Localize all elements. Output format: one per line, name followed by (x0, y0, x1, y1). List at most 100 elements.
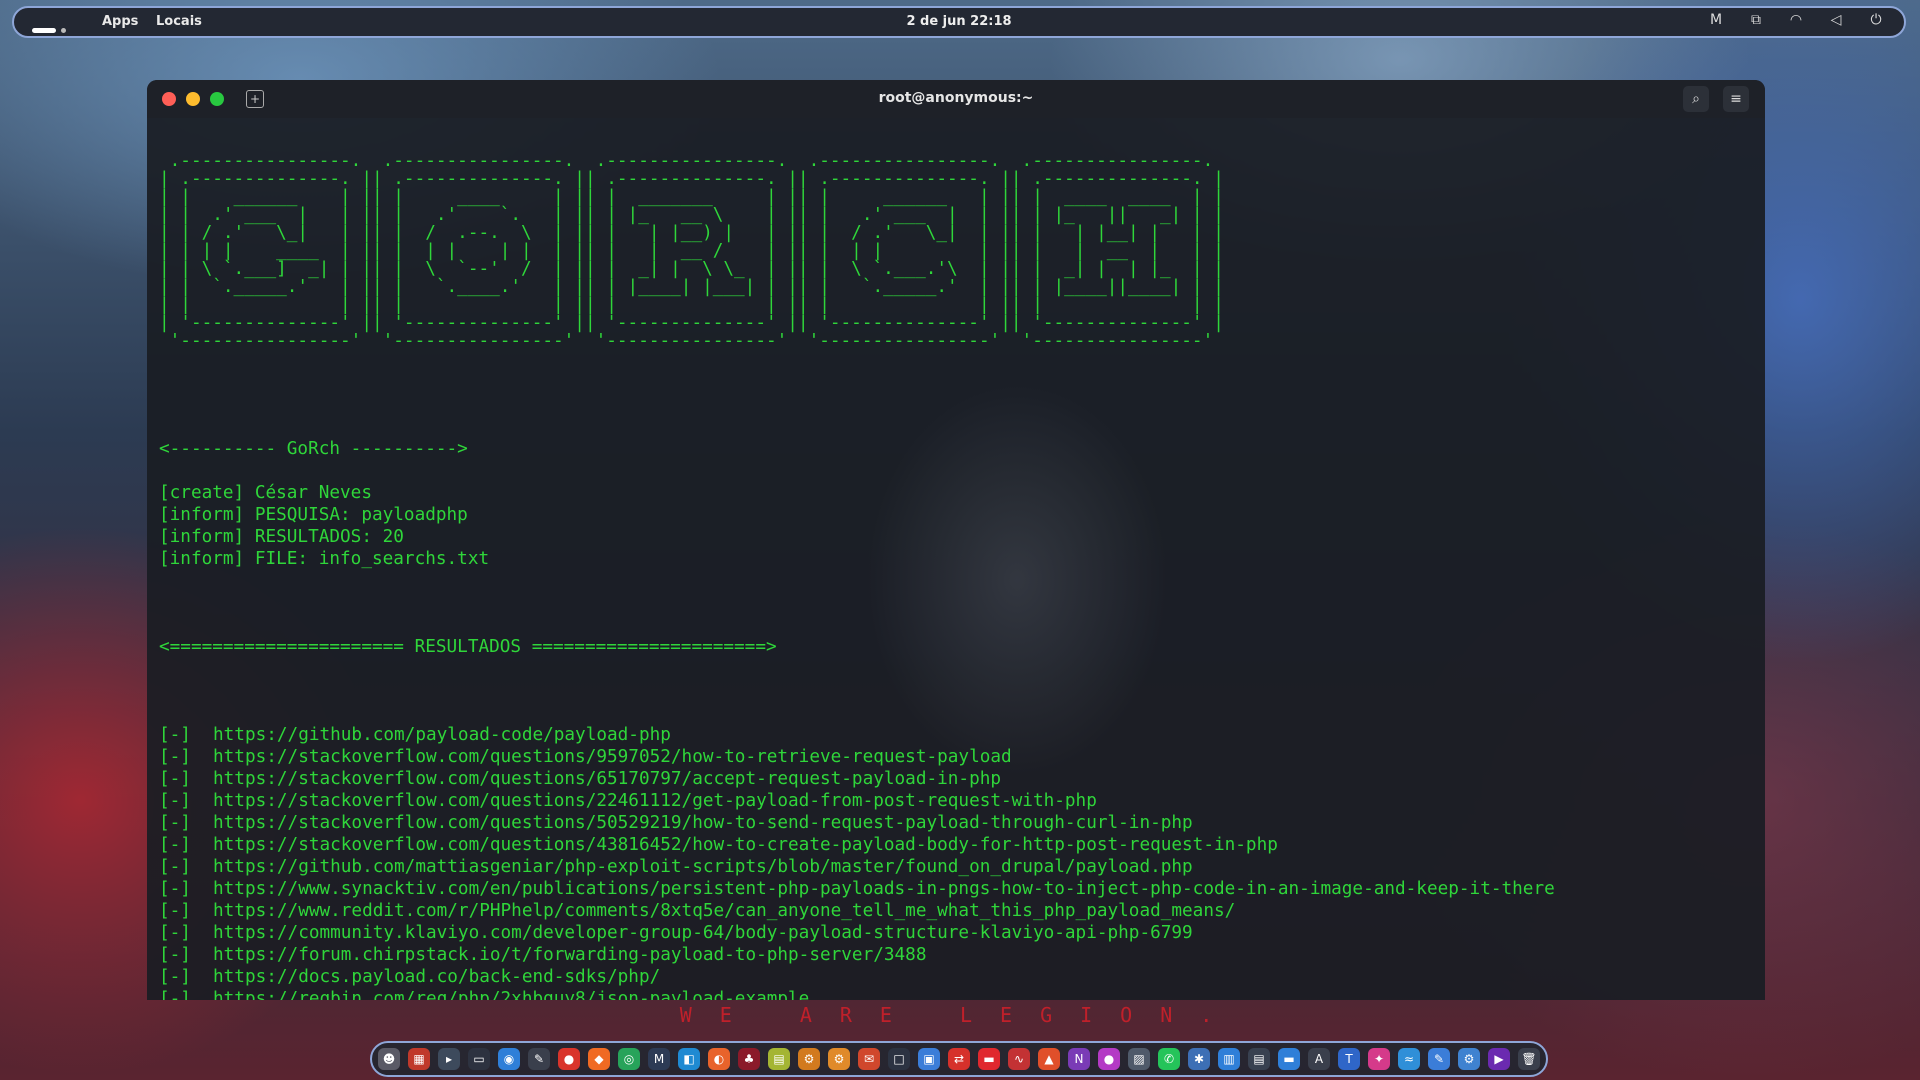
image-icon[interactable]: ▨ (1128, 1048, 1150, 1070)
result-url[interactable]: https://stackoverflow.com/questions/9597… (213, 747, 1012, 767)
kdenlive-icon[interactable]: ▶ (1488, 1048, 1510, 1070)
power-icon[interactable]: ⏻ (1866, 12, 1886, 28)
result-bullet: [-] (159, 747, 191, 767)
window-icon[interactable]: ▭ (468, 1048, 490, 1070)
info-line: [create] César Neves (159, 483, 372, 503)
wave-icon[interactable]: ≈ (1398, 1048, 1420, 1070)
result-row: [-] https://www.synacktiv.com/en/publicat… (159, 878, 1755, 900)
browser-icon[interactable]: ◉ (498, 1048, 520, 1070)
result-url[interactable]: https://github.com/mattiasgeniar/php-exp… (213, 857, 1193, 877)
paint-icon[interactable]: ✦ (1368, 1048, 1390, 1070)
notes-icon[interactable]: ▤ (768, 1048, 790, 1070)
dock: ☻ ▦ ▸ ▭ ◉ ✎ ● ◆ ◎ M ◧ ◐ ♣ ▤ ⚙ ⚙ ✉ □ ▣ ⇄ ▬ ∿ ▲ N ● ▨ ✆ ✱ ▥ ▤ ▬ A T ✦ ≈ ✎ ⚙ ▶ 🗑 (370, 1041, 1548, 1077)
monitor-icon[interactable]: □ (888, 1048, 910, 1070)
display-icon[interactable]: ⧉ (1746, 12, 1766, 28)
firefox-icon[interactable]: ◐ (708, 1048, 730, 1070)
calendar-icon[interactable]: ▦ (408, 1048, 430, 1070)
results-list: [-] https://github.com/payload-code/paylo… (159, 724, 1755, 1000)
gorch-ascii-banner: .----------------. .----------------. .-… (159, 151, 1224, 351)
mail-icon[interactable]: M (1706, 12, 1726, 28)
result-row: [-] https://stackoverflow.com/questions/9… (159, 746, 1755, 768)
vivaldi-icon[interactable]: ◎ (618, 1048, 640, 1070)
monitor-graph-icon[interactable]: ∿ (1008, 1048, 1030, 1070)
gradient-icon[interactable]: ● (1098, 1048, 1120, 1070)
info-line: [inform] PESQUISA: payloadphp (159, 505, 468, 525)
config-icon[interactable]: ⚙ (1458, 1048, 1480, 1070)
mail-icon[interactable]: ✉ (858, 1048, 880, 1070)
files-icon[interactable]: ▣ (918, 1048, 940, 1070)
result-url[interactable]: https://stackoverflow.com/questions/4381… (213, 835, 1278, 855)
result-bullet: [-] (159, 769, 191, 789)
whatsapp-icon[interactable]: ✆ (1158, 1048, 1180, 1070)
result-row: [-] https://www.reddit.com/r/PHPhelp/comm… (159, 900, 1755, 922)
clock[interactable]: 2 de jun 22:18 (14, 14, 1904, 29)
result-row: [-] https://reqbin.com/req/php/2xhbguy8/j… (159, 988, 1755, 1000)
result-row: [-] https://stackoverflow.com/questions/4… (159, 834, 1755, 856)
terminal-icon[interactable]: ▸ (438, 1048, 460, 1070)
result-row: [-] https://stackoverflow.com/questions/6… (159, 768, 1755, 790)
result-bullet: [-] (159, 857, 191, 877)
result-url[interactable]: https://www.reddit.com/r/PHPhelp/comment… (213, 901, 1235, 921)
info-lines: [create] César Neves [inform] PESQUISA: p… (159, 482, 1755, 570)
result-bullet: [-] (159, 725, 191, 745)
result-bullet: [-] (159, 835, 191, 855)
trash-icon[interactable]: 🗑 (1518, 1048, 1540, 1070)
result-bullet: [-] (159, 879, 191, 899)
top-panel: Apps Locais 2 de jun 22:18 M ⧉ ◠ ◁ ⏻ (12, 6, 1906, 38)
result-row: [-] https://docs.payload.co/back-end-sdks… (159, 966, 1755, 988)
result-url[interactable]: https://github.com/payload-code/payload-… (213, 725, 671, 745)
result-url[interactable]: https://www.synacktiv.com/en/publication… (213, 879, 1555, 899)
result-bullet: [-] (159, 813, 191, 833)
editor-icon[interactable]: ✎ (528, 1048, 550, 1070)
result-bullet: [-] (159, 923, 191, 943)
gear-icon[interactable]: ⚙ (828, 1048, 850, 1070)
layout-icon[interactable]: ▤ (1248, 1048, 1270, 1070)
text-icon[interactable]: T (1338, 1048, 1360, 1070)
info-line: [inform] RESULTADOS: 20 (159, 527, 404, 547)
window-title: root@anonymous:~ (878, 90, 1034, 106)
result-row: [-] https://community.klaviyo.com/develop… (159, 922, 1755, 944)
hamburger-menu-icon[interactable]: ≡ (1723, 86, 1749, 112)
result-url[interactable]: https://community.klaviyo.com/developer-… (213, 923, 1193, 943)
gimp-icon[interactable]: ▲ (1038, 1048, 1060, 1070)
cherry-icon[interactable]: ♣ (738, 1048, 760, 1070)
save-icon[interactable]: ▥ (1218, 1048, 1240, 1070)
search-icon[interactable]: ⌕ (1683, 86, 1709, 112)
wallpaper-legion-text: WE ARE LEGION. (679, 1003, 1241, 1027)
terminal-titlebar[interactable]: + root@anonymous:~ ⌕ ≡ (147, 80, 1765, 118)
chrome-icon[interactable]: ● (558, 1048, 580, 1070)
remote-icon[interactable]: ⇄ (948, 1048, 970, 1070)
terminal-window: + root@anonymous:~ ⌕ ≡ .----------------… (147, 80, 1765, 1000)
result-url[interactable]: https://forum.chirpstack.io/t/forwarding… (213, 945, 926, 965)
pencil-icon[interactable]: ✎ (1428, 1048, 1450, 1070)
anonymous-icon[interactable]: ☻ (378, 1048, 400, 1070)
wifi-icon[interactable]: ◠ (1786, 12, 1806, 28)
volume-icon[interactable]: ◁ (1826, 12, 1846, 28)
result-row: [-] https://github.com/mattiasgeniar/php-… (159, 856, 1755, 878)
pdf-icon[interactable]: ▬ (978, 1048, 1000, 1070)
result-url[interactable]: https://stackoverflow.com/questions/2246… (213, 791, 1097, 811)
result-bullet: [-] (159, 967, 191, 987)
vscode-icon[interactable]: ◧ (678, 1048, 700, 1070)
brave-icon[interactable]: ◆ (588, 1048, 610, 1070)
result-url[interactable]: https://stackoverflow.com/questions/6517… (213, 769, 1001, 789)
result-bullet: [-] (159, 901, 191, 921)
tool-header-line: <---------- GoRch ----------> (159, 439, 468, 459)
font-icon[interactable]: A (1308, 1048, 1330, 1070)
settings-icon[interactable]: ⚙ (798, 1048, 820, 1070)
result-row: [-] https://forum.chirpstack.io/t/forward… (159, 944, 1755, 966)
app-settings-icon[interactable]: ✱ (1188, 1048, 1210, 1070)
result-row: [-] https://github.com/payload-code/paylo… (159, 724, 1755, 746)
disk-icon[interactable]: ▬ (1278, 1048, 1300, 1070)
result-bullet: [-] (159, 791, 191, 811)
gmail-icon[interactable]: M (648, 1048, 670, 1070)
result-row: [-] https://stackoverflow.com/questions/5… (159, 812, 1755, 834)
results-header-line: <====================== RESULTADOS =====… (159, 637, 777, 657)
terminal-output[interactable]: .----------------. .----------------. .-… (159, 130, 1755, 1000)
result-url[interactable]: https://reqbin.com/req/php/2xhbguy8/json… (213, 989, 809, 1000)
onenote-icon[interactable]: N (1068, 1048, 1090, 1070)
result-url[interactable]: https://docs.payload.co/back-end-sdks/ph… (213, 967, 660, 987)
result-url[interactable]: https://stackoverflow.com/questions/5052… (213, 813, 1193, 833)
system-tray: M ⧉ ◠ ◁ ⏻ (1706, 12, 1886, 28)
result-row: [-] https://stackoverflow.com/questions/2… (159, 790, 1755, 812)
